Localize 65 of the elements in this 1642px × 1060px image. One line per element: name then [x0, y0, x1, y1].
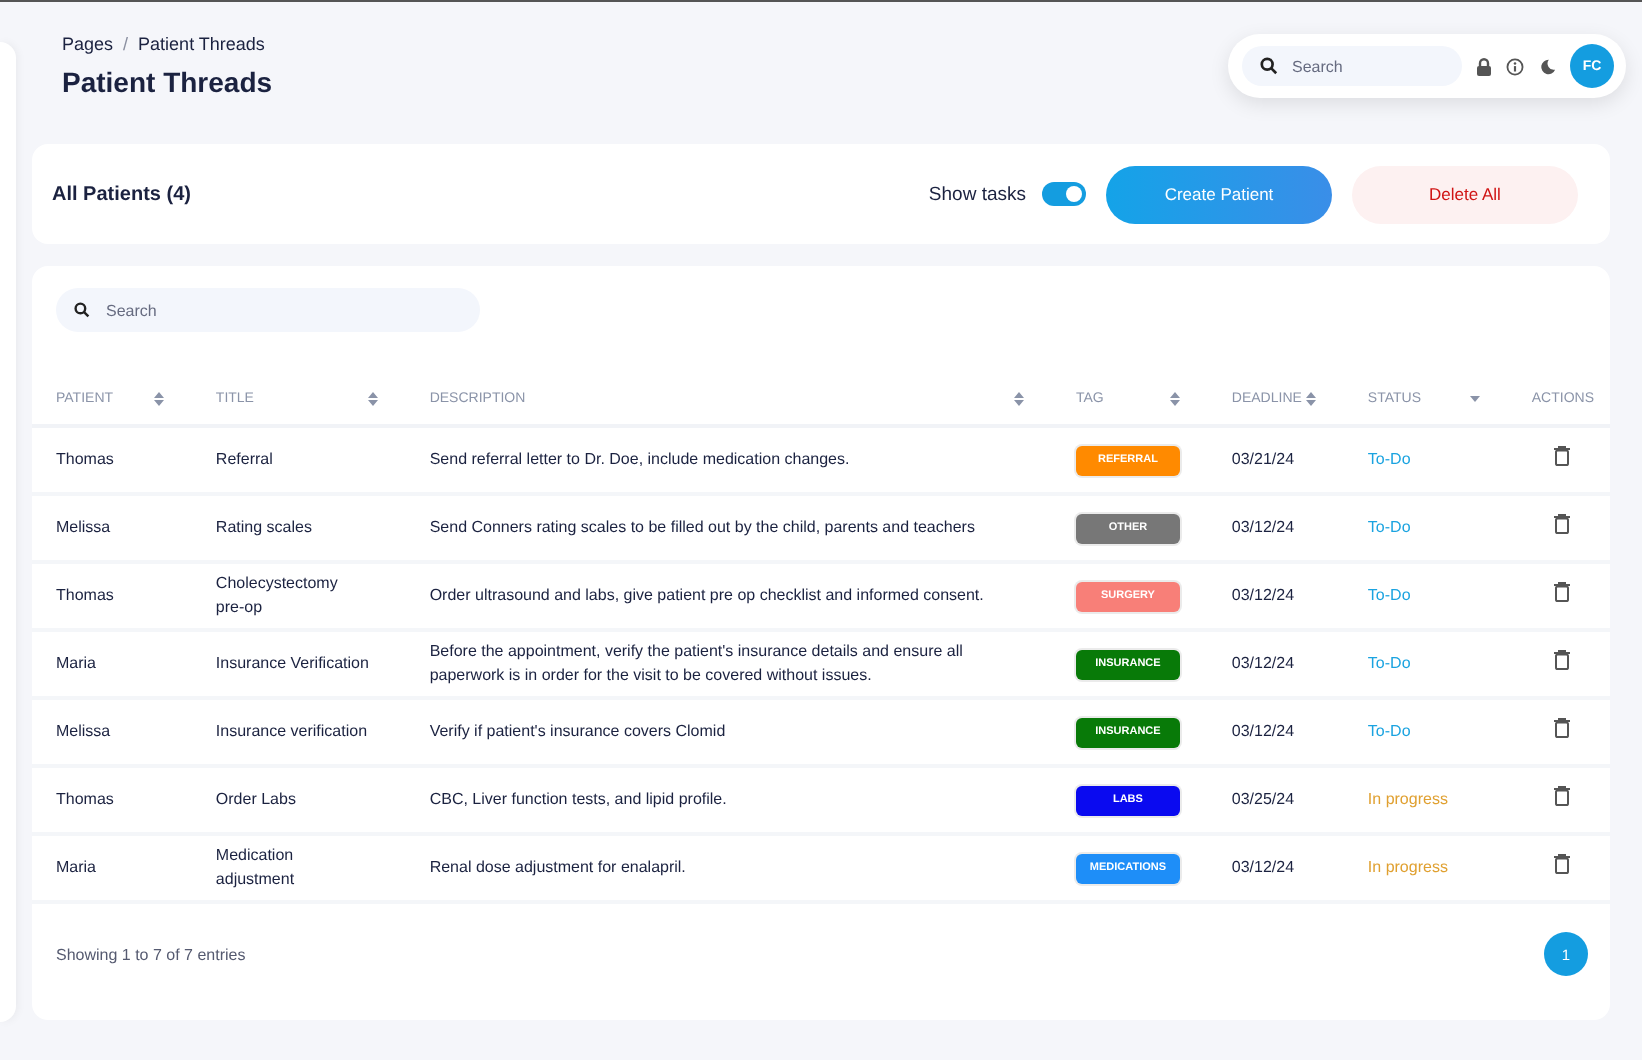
table-cell: Renal dose adjustment for enalapril. — [405, 834, 1052, 902]
breadcrumb-item[interactable]: Pages — [62, 34, 114, 54]
status-text: To-Do — [1343, 630, 1508, 698]
sort-icon[interactable] — [153, 392, 164, 406]
table-cell: Send referral letter to Dr. Doe, include medication changes. — [405, 426, 1052, 494]
section-title: All Patients (4) — [52, 183, 191, 205]
table-cell-text: Medication adjustment — [215, 844, 297, 892]
status-text: To-Do — [1343, 426, 1508, 494]
table-cell: Insurance verification — [215, 720, 370, 744]
page-title: Patient Threads — [62, 66, 273, 98]
trash-icon[interactable] — [1554, 650, 1571, 670]
table-cell: Insurance Verification — [215, 652, 370, 676]
table-cell: 03/12/24 — [1207, 494, 1344, 562]
status-text: In progress — [1343, 834, 1508, 902]
table-cell: Thomas — [32, 426, 192, 494]
trash-icon[interactable] — [1554, 582, 1571, 602]
create-button[interactable]: Create Patient — [1106, 165, 1332, 223]
table-cell: 03/12/24 — [1207, 698, 1344, 766]
trash-icon[interactable] — [1554, 786, 1571, 806]
trash-icon[interactable] — [1554, 854, 1571, 874]
lock-icon[interactable] — [1476, 57, 1492, 75]
table-cell: CBC, Liver function tests, and lipid profile. — [405, 766, 1052, 834]
table-cell-text: Cholecystectomy pre-op — [215, 572, 340, 620]
toggle-label: Show tasks — [928, 183, 1026, 205]
breadcrumb-item[interactable]: Patient Threads — [138, 34, 265, 54]
table-cell: Thomas — [32, 562, 192, 630]
table-cell: Thomas — [32, 766, 192, 834]
trash-icon[interactable] — [1554, 514, 1571, 534]
moon-icon[interactable] — [1538, 57, 1556, 75]
search-icon — [1260, 57, 1278, 75]
sort-icon[interactable] — [1169, 392, 1180, 406]
table-cell: Maria — [32, 834, 192, 902]
table-cell: 03/12/24 — [1207, 834, 1344, 902]
delete-button[interactable]: Delete All — [1352, 165, 1578, 223]
info-icon[interactable] — [1506, 57, 1524, 75]
caret-down-icon[interactable] — [1469, 396, 1480, 402]
table-cell: 03/12/24 — [1207, 630, 1344, 698]
entries-summary: Showing 1 to 7 of 7 entries — [56, 945, 246, 963]
trash-icon[interactable] — [1554, 718, 1571, 738]
table-cell: Maria — [32, 630, 192, 698]
table-cell: 03/21/24 — [1207, 426, 1344, 494]
status-text: To-Do — [1343, 562, 1508, 630]
sort-icon[interactable] — [367, 392, 378, 406]
table-cell: Order ultrasound and labs, give patient pre op checklist and informed consent. — [405, 562, 1052, 630]
trash-icon[interactable] — [1554, 446, 1571, 466]
table-cell: 03/25/24 — [1207, 766, 1344, 834]
table-cell: Melissa — [32, 698, 192, 766]
table-cell-text: Rating scales — [215, 516, 314, 540]
table-cell: Verify if patient's insurance covers Clomid — [405, 698, 1052, 766]
table-cell: Melissa — [32, 494, 192, 562]
search-field[interactable]: Search — [1242, 46, 1462, 86]
search-field[interactable]: Search — [56, 288, 480, 332]
table-cell: Send Conners rating scales to be filled out by the child, parents and teachers — [405, 494, 1052, 562]
status-text: To-Do — [1343, 494, 1508, 562]
status-text: In progress — [1343, 766, 1508, 834]
toggle-switch[interactable] — [1042, 182, 1086, 206]
status-text: To-Do — [1343, 698, 1508, 766]
breadcrumb-separator: / — [123, 34, 129, 54]
table-cell: Before the appointment, verify the patient's insurance details and ensure all paperwork is in order for the visit to be covered without issues. — [405, 630, 1052, 698]
table-cell: 03/12/24 — [1207, 562, 1344, 630]
sort-icon[interactable] — [1305, 392, 1316, 406]
sort-icon[interactable] — [1013, 392, 1024, 406]
search-icon — [74, 302, 90, 318]
table-cell-text: Order Labs — [215, 788, 298, 812]
table-cell-text: Referral — [215, 448, 275, 472]
